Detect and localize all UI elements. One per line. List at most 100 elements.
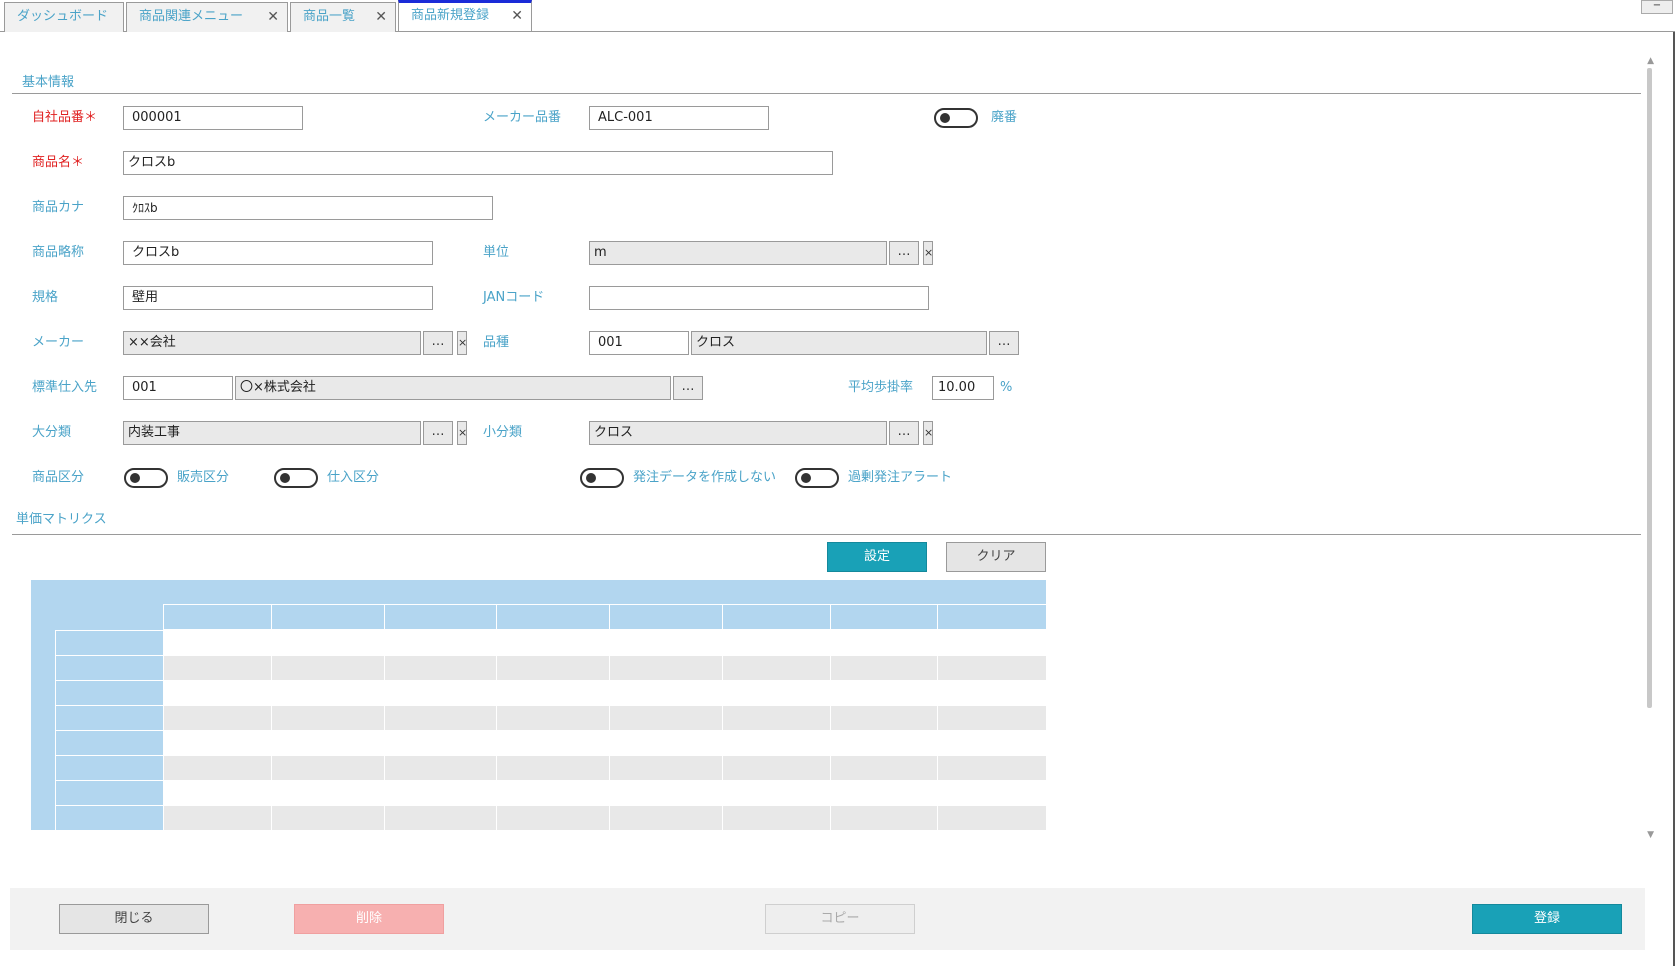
matrix-set-button[interactable]: 設定 (827, 542, 927, 572)
matrix-cell[interactable] (385, 681, 496, 705)
product-kana-input[interactable]: ｸﾛｽb (123, 196, 493, 220)
matrix-cell[interactable] (938, 781, 1046, 805)
matrix-cell[interactable] (723, 806, 830, 830)
major-class-clear-icon[interactable]: × (457, 421, 467, 445)
matrix-cell[interactable] (723, 706, 830, 730)
tab-product-new[interactable]: 商品新規登録 ✕ (398, 0, 532, 31)
matrix-cell[interactable] (831, 706, 937, 730)
category-code-input[interactable]: 001 (589, 331, 689, 355)
matrix-cell[interactable] (164, 681, 271, 705)
matrix-cell[interactable] (610, 706, 722, 730)
no-order-data-toggle[interactable] (580, 468, 624, 488)
jan-input[interactable] (589, 286, 929, 310)
delete-button[interactable]: 削除 (294, 904, 444, 934)
matrix-cell[interactable] (164, 806, 271, 830)
matrix-cell[interactable] (938, 631, 1046, 655)
sales-type-toggle[interactable] (124, 468, 168, 488)
avg-rate-input[interactable]: 10.00 (932, 376, 994, 400)
matrix-cell[interactable] (497, 756, 609, 780)
tab-dashboard[interactable]: ダッシュボード (4, 2, 124, 32)
matrix-cell[interactable] (164, 656, 271, 680)
matrix-cell[interactable] (610, 806, 722, 830)
close-icon[interactable]: ✕ (511, 3, 523, 29)
matrix-cell[interactable] (723, 781, 830, 805)
matrix-cell[interactable] (272, 656, 384, 680)
unit-clear-icon[interactable]: × (923, 241, 933, 265)
matrix-cell[interactable] (272, 781, 384, 805)
product-name-input[interactable]: クロスb (123, 151, 833, 175)
maker-clear-icon[interactable]: × (457, 331, 467, 355)
matrix-cell[interactable] (497, 631, 609, 655)
matrix-cell[interactable] (164, 706, 271, 730)
matrix-cell[interactable] (385, 806, 496, 830)
scrollbar-thumb[interactable] (1647, 68, 1652, 708)
matrix-cell[interactable] (610, 631, 722, 655)
maker-input[interactable]: ××会社 (123, 331, 421, 355)
matrix-cell[interactable] (723, 631, 830, 655)
matrix-cell[interactable] (385, 756, 496, 780)
unit-input[interactable]: m (589, 241, 887, 265)
major-class-lookup-button[interactable]: … (423, 421, 453, 445)
scroll-up-icon[interactable]: ▲ (1647, 56, 1654, 66)
matrix-cell[interactable] (497, 731, 609, 755)
matrix-cell[interactable] (610, 656, 722, 680)
matrix-cell[interactable] (723, 756, 830, 780)
close-icon[interactable]: ✕ (267, 3, 279, 31)
matrix-cell[interactable] (938, 806, 1046, 830)
matrix-cell[interactable] (385, 781, 496, 805)
matrix-cell[interactable] (938, 731, 1046, 755)
matrix-cell[interactable] (831, 781, 937, 805)
matrix-cell[interactable] (164, 631, 271, 655)
matrix-cell[interactable] (385, 656, 496, 680)
close-icon[interactable]: ✕ (375, 3, 387, 31)
matrix-cell[interactable] (164, 731, 271, 755)
matrix-cell[interactable] (723, 731, 830, 755)
spec-input[interactable]: 壁用 (123, 286, 433, 310)
matrix-clear-button[interactable]: クリア (946, 542, 1046, 572)
matrix-cell[interactable] (610, 756, 722, 780)
matrix-cell[interactable] (723, 681, 830, 705)
scroll-down-icon[interactable]: ▼ (1647, 830, 1654, 840)
maker-code-input[interactable]: ALC-001 (589, 106, 769, 130)
category-lookup-button[interactable]: … (989, 331, 1019, 355)
matrix-cell[interactable] (385, 631, 496, 655)
matrix-cell[interactable] (831, 806, 937, 830)
matrix-cell[interactable] (272, 806, 384, 830)
matrix-cell[interactable] (831, 656, 937, 680)
minor-class-input[interactable]: クロス (589, 421, 887, 445)
supplier-lookup-button[interactable]: … (673, 376, 703, 400)
matrix-cell[interactable] (938, 706, 1046, 730)
minor-class-clear-icon[interactable]: × (923, 421, 933, 445)
supplier-name-input[interactable]: 〇×株式会社 (235, 376, 671, 400)
supplier-code-input[interactable]: 001 (123, 376, 233, 400)
purchase-type-toggle[interactable] (274, 468, 318, 488)
matrix-cell[interactable] (610, 781, 722, 805)
maker-lookup-button[interactable]: … (423, 331, 453, 355)
matrix-cell[interactable] (385, 731, 496, 755)
register-button[interactable]: 登録 (1472, 904, 1622, 934)
matrix-cell[interactable] (831, 681, 937, 705)
matrix-cell[interactable] (272, 706, 384, 730)
major-class-input[interactable]: 内装工事 (123, 421, 421, 445)
matrix-cell[interactable] (497, 706, 609, 730)
product-short-input[interactable]: クロスb (123, 241, 433, 265)
matrix-cell[interactable] (831, 631, 937, 655)
category-name-input[interactable]: クロス (691, 331, 987, 355)
matrix-cell[interactable] (164, 756, 271, 780)
matrix-cell[interactable] (831, 756, 937, 780)
matrix-cell[interactable] (938, 756, 1046, 780)
close-button[interactable]: 閉じる (59, 904, 209, 934)
tab-product-list[interactable]: 商品一覧 ✕ (290, 2, 396, 32)
matrix-cell[interactable] (497, 656, 609, 680)
matrix-cell[interactable] (272, 731, 384, 755)
matrix-cell[interactable] (610, 731, 722, 755)
matrix-cell[interactable] (497, 781, 609, 805)
minor-class-lookup-button[interactable]: … (889, 421, 919, 445)
matrix-cell[interactable] (610, 681, 722, 705)
matrix-cell[interactable] (497, 681, 609, 705)
product-code-input[interactable]: 000001 (123, 106, 303, 130)
over-order-alert-toggle[interactable] (795, 468, 839, 488)
matrix-cell[interactable] (938, 656, 1046, 680)
matrix-cell[interactable] (723, 656, 830, 680)
matrix-cell[interactable] (164, 781, 271, 805)
